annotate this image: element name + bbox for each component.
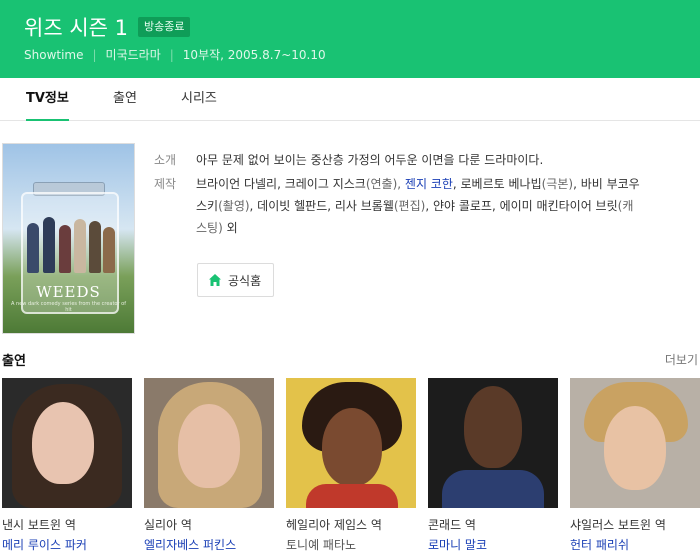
official-home-label: 공식홈 (228, 273, 262, 288)
cast-actor-link[interactable]: 로마니 말코 (428, 536, 558, 553)
credits-row: 제작 브라이언 다넬리, 크레이그 지스크(연출), 젠지 코한, 로베르토 베… (154, 173, 644, 239)
credit-segment: , 데이빗 헬판드, 리사 브롬웰 (249, 199, 394, 213)
cast-photo[interactable] (570, 378, 700, 508)
credit-segment: (극본) (541, 177, 574, 191)
cast-card[interactable]: 실리아 역 엘리자베스 퍼킨스 (144, 378, 274, 553)
poster-figure (43, 217, 55, 273)
info-panel: 소개 아무 문제 없어 보이는 중산층 가정의 어두운 이면을 다룬 드라마이다… (154, 149, 644, 241)
cast-role: 실리아 역 (144, 518, 192, 532)
page-title[interactable]: 위즈 시즌 1 (24, 12, 128, 42)
poster-figure (27, 223, 39, 273)
intro-row: 소개 아무 문제 없어 보이는 중산층 가정의 어두운 이면을 다룬 드라마이다… (154, 149, 644, 171)
tab-bar: TV정보 출연 시리즈 (0, 78, 700, 121)
photo-face (464, 386, 522, 468)
poster-figure (89, 221, 101, 273)
intro-text: 아무 문제 없어 보이는 중산층 가정의 어두운 이면을 다룬 드라마이다. (196, 153, 544, 167)
cast-photo[interactable] (428, 378, 558, 508)
cast-role: 샤일러스 보트윈 역 (570, 518, 666, 532)
photo-face (322, 408, 382, 486)
credit-segment: (촬영) (218, 199, 250, 213)
header-bar: 위즈 시즌 1 방송종료 Showtime | 미국드라마 | 10부작, 20… (0, 0, 700, 78)
cast-actor-link[interactable]: 메리 루이스 파커 (2, 536, 132, 553)
cast-photo[interactable] (2, 378, 132, 508)
genre-text: 미국드라마 (105, 48, 161, 62)
poster-figure (103, 227, 115, 273)
status-badge: 방송종료 (138, 17, 191, 37)
photo-face (178, 404, 240, 488)
intro-label: 소개 (154, 153, 177, 167)
official-home-button[interactable]: 공식홈 (197, 263, 275, 297)
credit-segment: 외 (222, 221, 238, 235)
cast-role: 낸시 보트윈 역 (2, 518, 76, 532)
photo-clothing (306, 484, 398, 508)
cast-actor-link[interactable]: 엘리자베스 퍼킨스 (144, 536, 274, 553)
cast-card[interactable]: 샤일러스 보트윈 역 헌터 패리쉬 (570, 378, 700, 553)
poster-tagline: A new dark comedy series from the creato… (11, 301, 126, 313)
network-link[interactable]: Showtime (24, 48, 84, 62)
cast-actor-name: 토니예 패타노 (286, 538, 357, 552)
cast-role: 헤일리아 제임스 역 (286, 518, 382, 532)
credit-link[interactable]: 젠지 코한 (405, 177, 453, 191)
divider: | (92, 47, 97, 62)
poster-figure (74, 219, 86, 273)
home-icon (209, 274, 221, 286)
title-row: 위즈 시즌 1 방송종료 (24, 12, 191, 42)
tab-series[interactable]: 시리즈 (181, 78, 217, 120)
cast-card[interactable]: 콘래드 역 로마니 말코 (428, 378, 558, 553)
cast-photo[interactable] (286, 378, 416, 508)
poster-image[interactable]: WEEDS A new dark comedy series from the … (2, 143, 135, 334)
episodes-dates-text: 10부작, 2005.8.7~10.10 (182, 48, 326, 62)
cast-section-title: 출연 (2, 354, 26, 369)
cast-card[interactable]: 헤일리아 제임스 역 토니예 패타노 (286, 378, 416, 553)
credits-label: 제작 (154, 177, 177, 191)
more-link[interactable]: 더보기 (665, 351, 698, 368)
photo-face (32, 402, 94, 484)
divider: | (169, 47, 174, 62)
credit-segment: 브라이언 다넬리, 크레이그 지스크 (196, 177, 366, 191)
credit-segment: , 로베르토 베나빕 (452, 177, 542, 191)
cast-actor-link[interactable]: 헌터 패리쉬 (570, 536, 700, 553)
tab-cast[interactable]: 출연 (113, 78, 137, 120)
poster-figure (59, 225, 71, 273)
credit-segment: , 얀야 콜로프, 에이미 매킨타이어 브릿 (425, 199, 618, 213)
poster-logo-text: WEEDS (36, 283, 101, 301)
credits-text: 브라이언 다넬리, 크레이그 지스크(연출), 젠지 코한, 로베르토 베나빕(… (196, 173, 644, 239)
credit-segment: (편집) (393, 199, 426, 213)
cast-card[interactable]: 낸시 보트윈 역 메리 루이스 파커 (2, 378, 132, 553)
tab-tv-info[interactable]: TV정보 (26, 78, 69, 121)
credit-segment: (연출), (365, 177, 405, 191)
photo-face (604, 406, 666, 490)
photo-clothing (442, 470, 544, 508)
meta-row: Showtime | 미국드라마 | 10부작, 2005.8.7~10.10 (24, 46, 326, 63)
cast-photo[interactable] (144, 378, 274, 508)
cast-role: 콘래드 역 (428, 518, 476, 532)
